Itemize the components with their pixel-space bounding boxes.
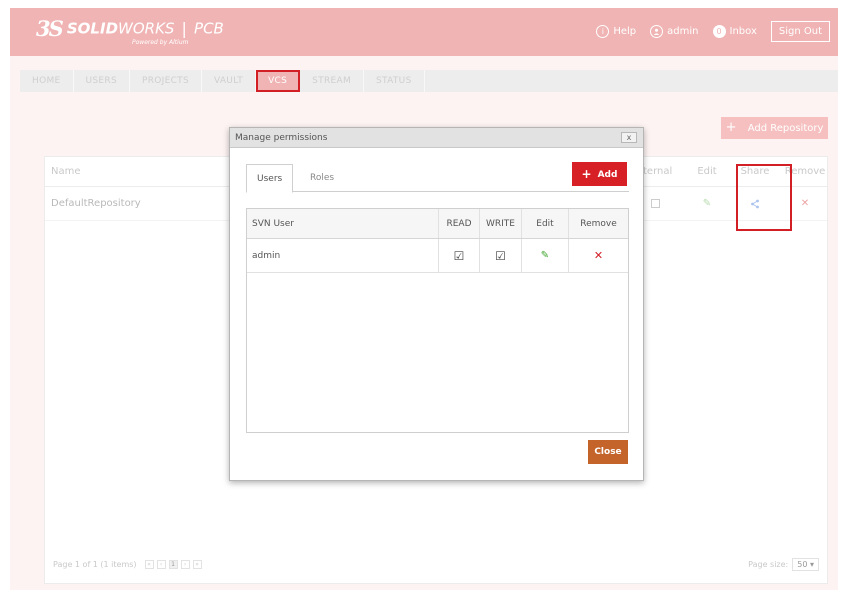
permissions-header-row: SVN User READ WRITE Edit Remove: [247, 209, 628, 239]
col-write[interactable]: WRITE: [480, 209, 522, 238]
chevron-down-icon: ▾: [809, 560, 814, 569]
share-column-highlight: [736, 164, 792, 231]
plus-icon: +: [725, 120, 737, 135]
col-read[interactable]: READ: [439, 209, 480, 238]
col-remove[interactable]: Remove: [569, 209, 628, 238]
edit-user-button[interactable]: ✎: [522, 239, 569, 272]
pager-summary: Page 1 of 1 (1 items): [53, 560, 137, 569]
pencil-icon[interactable]: ✎: [685, 187, 729, 220]
ds-logo-mark: 3S: [36, 16, 64, 41]
plus-icon: +: [581, 167, 592, 181]
next-page-icon[interactable]: ›: [180, 560, 190, 569]
nav-vcs[interactable]: VCS: [256, 70, 301, 92]
brand-thin: WORKS: [118, 19, 175, 38]
brand-name: SOLIDWORKS: [67, 20, 175, 38]
col-edit[interactable]: Edit: [685, 157, 729, 186]
help-label: Help: [613, 26, 637, 37]
manage-permissions-dialog: Manage permissions x Users Roles + Add SV…: [229, 127, 644, 481]
user-label: admin: [667, 26, 699, 37]
dialog-close-icon[interactable]: x: [621, 132, 637, 143]
page-size-value: 50: [797, 560, 808, 569]
powered-by: Powered by Altium: [132, 39, 189, 46]
x-icon: ✕: [593, 249, 604, 262]
product-name: PCB: [194, 19, 224, 38]
add-repository-label: Add Repository: [747, 123, 824, 134]
remove-user-button[interactable]: ✕: [569, 239, 628, 272]
checkbox-checked-icon: ☑: [453, 248, 465, 263]
solidworks-pcb-logo[interactable]: 3S SOLIDWORKS | PCB Powered by Altium: [36, 16, 224, 46]
col-edit[interactable]: Edit: [522, 209, 569, 238]
inbox-link[interactable]: 0 Inbox: [712, 25, 757, 38]
nav-vault[interactable]: VAULT: [202, 70, 257, 92]
last-page-icon[interactable]: »: [192, 560, 202, 569]
add-user-button[interactable]: + Add: [572, 162, 627, 186]
nav-stream[interactable]: STREAM: [300, 70, 365, 92]
col-svn-user[interactable]: SVN User: [247, 209, 439, 238]
close-button[interactable]: Close: [588, 440, 628, 464]
inbox-label: Inbox: [729, 26, 757, 37]
add-repository-button[interactable]: + Add Repository: [721, 117, 828, 139]
dialog-title: Manage permissions: [235, 133, 328, 143]
brand-separator: |: [181, 19, 187, 38]
header-actions: i Help admin 0 Inbox Sign Out: [596, 21, 830, 42]
help-link[interactable]: i Help: [596, 25, 636, 38]
page-number[interactable]: 1: [168, 560, 178, 569]
table-row[interactable]: admin ☑ ☑ ✎ ✕: [247, 239, 628, 273]
write-checkbox[interactable]: ☑: [480, 239, 522, 272]
nav-home[interactable]: HOME: [20, 70, 74, 92]
checkbox-checked-icon: ☑: [495, 248, 506, 263]
read-checkbox[interactable]: ☑: [439, 239, 480, 272]
svn-user-name: admin: [247, 239, 439, 272]
tab-users[interactable]: Users: [246, 164, 294, 193]
nav-projects[interactable]: PROJECTS: [130, 70, 202, 92]
tab-roles[interactable]: Roles: [300, 164, 344, 193]
brand-bold: SOLID: [66, 19, 119, 38]
user-circle-icon: [650, 25, 664, 38]
main-nav: HOME USERS PROJECTS VAULT VCS STREAM STA…: [20, 70, 838, 92]
pager: Page 1 of 1 (1 items) « ‹ 1 › »: [53, 560, 202, 569]
internal-checkbox[interactable]: [651, 187, 660, 220]
add-label: Add: [597, 170, 618, 180]
page-size-label: Page size:: [748, 560, 789, 569]
repo-name: DefaultRepository: [51, 198, 141, 209]
first-page-icon[interactable]: «: [144, 560, 154, 569]
prev-page-icon[interactable]: ‹: [156, 560, 166, 569]
page-size-select[interactable]: 50 ▾: [792, 558, 819, 571]
pencil-icon: ✎: [540, 250, 550, 261]
nav-status[interactable]: STATUS: [364, 70, 425, 92]
user-menu[interactable]: admin: [650, 25, 699, 38]
dialog-titlebar[interactable]: Manage permissions x: [230, 128, 643, 148]
sign-out-button[interactable]: Sign Out: [770, 21, 830, 42]
info-circle-icon: i: [596, 25, 610, 38]
page-size-control: Page size: 50 ▾: [748, 558, 819, 571]
col-internal[interactable]: ternal: [643, 157, 672, 186]
col-name[interactable]: Name: [51, 157, 81, 186]
permissions-table: SVN User READ WRITE Edit Remove admin ☑ …: [246, 208, 629, 433]
app-header: 3S SOLIDWORKS | PCB Powered by Altium i …: [10, 8, 838, 56]
nav-users[interactable]: USERS: [74, 70, 130, 92]
inbox-count-badge: 0: [712, 25, 726, 38]
